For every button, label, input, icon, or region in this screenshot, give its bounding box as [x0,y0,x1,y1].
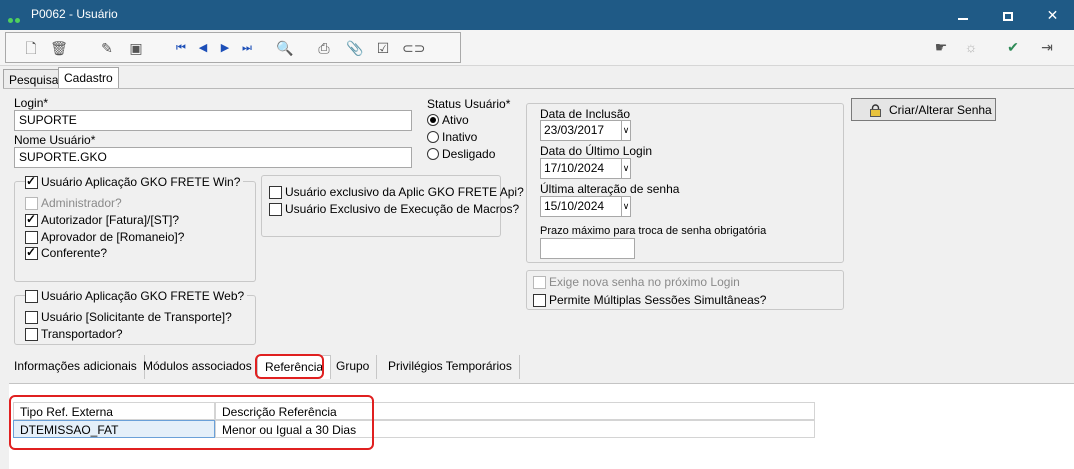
checkbox-box [25,245,38,260]
status-desligado-radio[interactable]: Desligado [427,147,495,161]
checkbox-box [25,327,38,341]
referencia-tab-highlight [255,354,324,379]
minimize-button[interactable] [940,0,985,30]
radio-label: Desligado [442,147,496,161]
checkbox-box [25,196,38,210]
cadastro-panel: Login* SUPORTE Nome Usuário* SUPORTE.GKO… [3,88,1074,469]
chevron-down-icon[interactable]: ∨ [621,196,631,217]
aprovador-checkbox[interactable]: Aprovador de [Romaneio]? [25,230,184,244]
chevron-down-icon[interactable]: ∨ [621,158,631,179]
solicitante-checkbox[interactable]: Usuário [Solicitante de Transporte]? [25,310,232,324]
tab-informacoes-adicionais[interactable]: Informações adicionais [7,355,145,379]
edit-icon[interactable]: ✎ [96,38,118,58]
status-inativo-radio[interactable]: Inativo [427,130,477,144]
radio-dot [427,131,439,143]
checkbox-box [25,289,38,303]
checkbox-label: Usuário Aplicação GKO FRETE Web? [41,289,245,303]
next-icon[interactable]: ▶ [214,38,236,58]
nome-usuario-field[interactable]: SUPORTE.GKO [14,147,412,168]
criar-alterar-senha-button[interactable]: Criar/Alterar Senha [851,98,996,121]
nome-usuario-label: Nome Usuário* [14,133,96,147]
data-inclusao-label: Data de Inclusão [540,107,631,121]
maximize-button[interactable] [985,0,1030,30]
checkbox-label: Permite Múltiplas Sessões Simultâneas? [549,293,767,307]
status-ativo-radio[interactable]: Ativo [427,113,469,127]
radio-dot [427,114,439,126]
tab-modulos-associados[interactable]: Módulos associados [136,355,260,379]
checkbox-label: Usuário [Solicitante de Transporte]? [41,310,232,324]
radio-dot [427,148,439,160]
checkbox-box [25,230,38,244]
login-field[interactable]: SUPORTE [14,110,412,131]
checkbox-label: Conferente? [41,246,108,260]
tab-cadastro[interactable]: Cadastro [58,67,119,90]
autorizador-checkbox[interactable]: Autorizador [Fatura]/[ST]? [25,212,180,227]
checkbox-label: Usuário exclusivo da Aplic GKO FRETE Api… [285,185,524,199]
bulb-icon[interactable]: ☼ [960,37,982,57]
radio-label: Ativo [442,113,469,127]
ultima-senha-label: Última alteração de senha [540,182,680,196]
checkbox-box [25,212,38,227]
link-icon[interactable]: ⊂⊃ [402,38,425,58]
close-button[interactable]: ✕ [1030,0,1074,30]
checkbox-label: Transportador? [41,327,123,341]
radio-label: Inativo [442,130,478,144]
login-label: Login* [14,96,49,110]
print-icon[interactable]: ⎙ [313,38,335,58]
checkbox-label: Autorizador [Fatura]/[ST]? [41,213,180,227]
window-title: P0062 - Usuário [31,7,118,21]
checkbox-box [269,202,282,216]
win-app-checkbox[interactable]: Usuário Aplicação GKO FRETE Win? [25,174,244,189]
multiplas-sessoes-checkbox[interactable]: Permite Múltiplas Sessões Simultâneas? [533,293,766,307]
delete-icon[interactable]: 🗑 [48,38,70,58]
checkbox-box [25,174,38,189]
transportador-checkbox[interactable]: Transportador? [25,327,123,341]
status-label: Status Usuário* [427,97,511,111]
grid-highlight [9,395,374,450]
pointer-icon[interactable]: ☛ [930,37,952,57]
lock-icon [870,103,881,117]
checkbox-label: Exige nova senha no próximo Login [549,275,740,289]
toolbar-group-main: 🗋 🗑 ✎ ▣ ⏮ ◀ ▶ ⏭ 🔍 ⎙ 📎 ☑ ⊂⊃ [5,32,461,63]
ultima-senha-field[interactable]: 15/10/2024 [540,196,622,217]
prazo-label: Prazo máximo para troca de senha obrigat… [540,225,767,237]
confirm-icon[interactable]: ✔ [1002,37,1024,57]
tab-privilegios-temporarios[interactable]: Privilégios Temporários [381,355,520,379]
prazo-field[interactable] [540,238,635,259]
checkbox-box [533,293,546,307]
exit-icon[interactable]: ⇥ [1036,37,1058,57]
button-label: Criar/Alterar Senha [889,102,992,117]
tab-grupo[interactable]: Grupo [329,355,378,379]
checkbox-label: Aprovador de [Romaneio]? [41,230,185,244]
check-icon[interactable]: ☑ [372,38,394,58]
prev-icon[interactable]: ◀ [192,38,214,58]
toolbar: 🗋 🗑 ✎ ▣ ⏮ ◀ ▶ ⏭ 🔍 ⎙ 📎 ☑ ⊂⊃ ☛ ☼ ✔ ⇥ [0,30,1074,66]
macros-exclusivo-checkbox[interactable]: Usuário Exclusivo de Execução de Macros? [269,202,519,216]
attach-icon[interactable]: 📎 [344,38,366,58]
administrador-checkbox[interactable]: Administrador? [25,196,122,210]
first-icon[interactable]: ⏮ [170,38,192,58]
save-icon[interactable]: ▣ [125,38,147,58]
checkbox-label: Usuário Exclusivo de Execução de Macros? [285,202,520,216]
app-logo-icon [8,12,24,23]
checkbox-box [25,310,38,324]
data-login-label: Data do Último Login [540,144,653,158]
chevron-down-icon[interactable]: ∨ [621,120,631,141]
search-icon[interactable]: 🔍 [274,38,296,58]
checkbox-label: Usuário Aplicação GKO FRETE Win? [41,175,241,189]
api-exclusivo-checkbox[interactable]: Usuário exclusivo da Aplic GKO FRETE Api… [269,185,524,199]
web-app-checkbox[interactable]: Usuário Aplicação GKO FRETE Web? [25,289,248,303]
exige-nova-senha-checkbox[interactable]: Exige nova senha no próximo Login [533,275,740,289]
title-bar: P0062 - Usuário ✕ [0,0,1074,30]
checkbox-label: Administrador? [41,196,122,210]
new-icon[interactable]: 🗋 [20,38,42,58]
tab-pesquisa[interactable]: Pesquisa [3,69,65,90]
checkbox-box [533,275,546,289]
conferente-checkbox[interactable]: Conferente? [25,245,108,260]
data-login-field[interactable]: 17/10/2024 [540,158,622,179]
last-icon[interactable]: ⏭ [236,38,258,58]
checkbox-box [269,185,282,199]
data-inclusao-field[interactable]: 23/03/2017 [540,120,622,141]
